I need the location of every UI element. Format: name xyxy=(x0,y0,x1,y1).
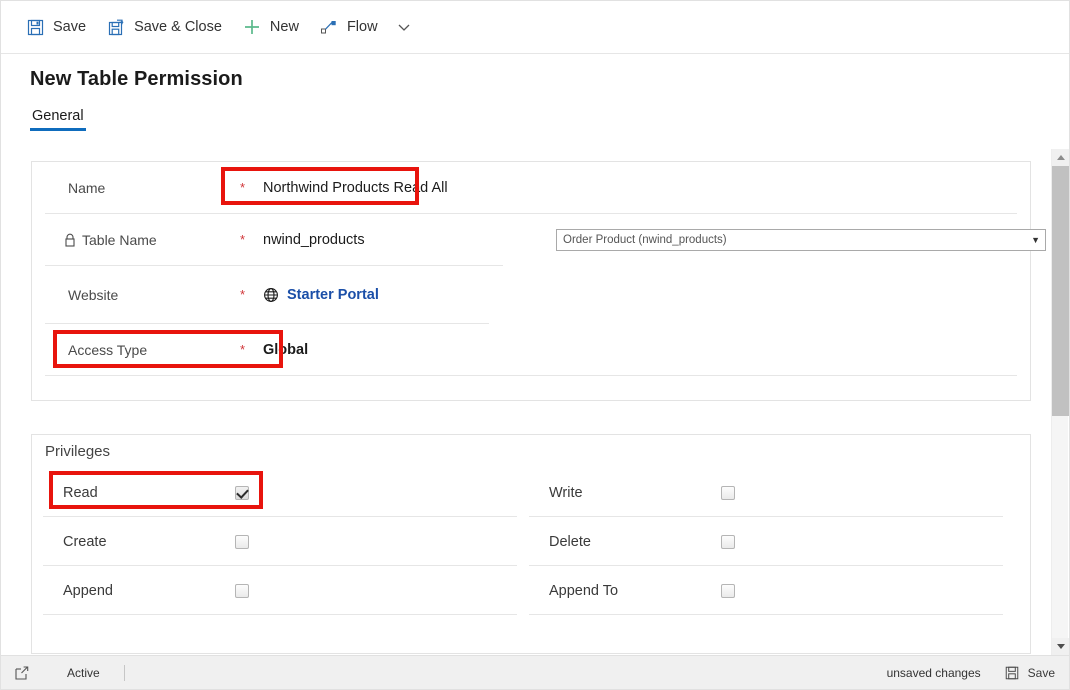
page-body: New Table Permission General Name * Nort… xyxy=(1,54,1069,655)
flow-icon xyxy=(319,17,339,37)
status-bar-right: unsaved changes Save xyxy=(887,664,1055,682)
page-title: New Table Permission xyxy=(30,68,243,90)
vertical-scrollbar[interactable] xyxy=(1051,149,1069,655)
privilege-label-append-to: Append To xyxy=(549,582,619,599)
chevron-down-icon: ▼ xyxy=(1031,234,1040,245)
privilege-label-read: Read xyxy=(63,484,98,501)
field-value-access-type[interactable]: Global xyxy=(263,342,308,358)
privilege-checkbox-append[interactable] xyxy=(235,583,249,598)
privilege-label-create: Create xyxy=(63,533,107,550)
privilege-label-delete: Delete xyxy=(549,533,591,550)
new-button-label: New xyxy=(269,18,299,35)
privilege-row-append: Append xyxy=(32,566,517,615)
scrollbar-thumb[interactable] xyxy=(1052,166,1069,416)
row-divider xyxy=(529,614,1003,615)
tab-general-label: General xyxy=(32,108,84,124)
globe-icon xyxy=(263,287,279,303)
field-label-access-type: Access Type xyxy=(68,342,147,358)
save-button-label: Save xyxy=(53,18,87,35)
privilege-row-write: Write xyxy=(518,468,1003,517)
table-name-lookup-value: Order Product (nwind_products) xyxy=(563,234,727,246)
save-and-close-button-label: Save & Close xyxy=(134,18,222,35)
open-in-new-window-icon[interactable] xyxy=(13,664,31,682)
plus-icon xyxy=(242,17,262,37)
field-row-website: Website * Starter Portal xyxy=(32,266,1030,324)
privilege-row-append-to: Append To xyxy=(518,566,1003,615)
chevron-down-icon[interactable] xyxy=(388,8,420,46)
save-button[interactable]: Save xyxy=(15,8,96,46)
privilege-label-append: Append xyxy=(63,582,113,599)
privilege-checkbox-create[interactable] xyxy=(235,534,249,549)
general-section-card: Name * Northwind Products Read All Table… xyxy=(31,161,1046,401)
lock-icon xyxy=(64,233,76,247)
privilege-checkbox-write[interactable] xyxy=(721,485,735,500)
row-divider xyxy=(45,375,1017,376)
field-row-name: Name * Northwind Products Read All xyxy=(32,162,1030,214)
field-value-table-name: nwind_products xyxy=(263,232,365,248)
save-and-close-button[interactable]: Save & Close xyxy=(96,8,232,46)
tab-strip: General xyxy=(30,108,86,131)
field-required-website: * xyxy=(240,286,246,302)
table-permission-form-window: Save Save & Close New Flow New Table Per… xyxy=(0,0,1070,690)
tab-general[interactable]: General xyxy=(30,108,86,131)
field-label-website: Website xyxy=(68,287,118,303)
status-divider xyxy=(123,664,125,681)
record-state-label: Active xyxy=(67,665,100,680)
field-label-website-text: Website xyxy=(68,287,119,303)
field-required-name: * xyxy=(240,179,246,195)
privileges-section-title: Privileges xyxy=(45,443,111,460)
privilege-row-create: Create xyxy=(32,517,517,566)
flow-button[interactable]: Flow xyxy=(309,8,388,46)
new-button[interactable]: New xyxy=(232,8,309,46)
scroll-up-button[interactable] xyxy=(1052,149,1069,166)
field-label-table-name-text: Table Name xyxy=(82,232,157,248)
website-link[interactable]: Starter Portal xyxy=(287,287,379,303)
field-value-website[interactable]: Starter Portal xyxy=(263,287,379,303)
table-name-lookup-select[interactable]: Order Product (nwind_products) ▼ xyxy=(556,229,1046,251)
field-required-access-type: * xyxy=(240,341,246,357)
privilege-row-delete: Delete xyxy=(518,517,1003,566)
status-bar: Active unsaved changes Save xyxy=(1,655,1069,689)
privilege-row-read: Read xyxy=(32,468,517,517)
field-label-name: Name xyxy=(68,180,105,196)
privilege-checkbox-delete[interactable] xyxy=(721,534,735,549)
scroll-down-button[interactable] xyxy=(1052,638,1069,655)
field-label-table-name: Table Name xyxy=(64,232,157,248)
save-icon xyxy=(1003,664,1021,682)
chevron-up-icon xyxy=(1056,155,1065,160)
field-row-access-type: Access Type * Global xyxy=(32,324,1030,376)
row-divider xyxy=(43,614,517,615)
status-save-label: Save xyxy=(1027,665,1055,680)
status-save-button[interactable]: Save xyxy=(1003,664,1055,682)
field-row-table-name: Table Name * nwind_products Order Produc… xyxy=(32,214,1046,266)
command-bar: Save Save & Close New Flow xyxy=(1,1,1069,54)
chevron-down-icon xyxy=(1056,644,1065,649)
field-label-name-text: Name xyxy=(68,180,106,196)
privileges-section-card: Privileges Read Create Append Write Dele… xyxy=(31,434,1031,654)
save-and-close-icon xyxy=(106,17,126,37)
form-scroll-region: Name * Northwind Products Read All Table… xyxy=(1,149,1069,655)
flow-button-label: Flow xyxy=(346,18,378,35)
unsaved-changes-label: unsaved changes xyxy=(886,665,981,680)
status-bar-left: Active xyxy=(13,664,125,682)
save-icon xyxy=(25,17,45,37)
field-label-access-type-text: Access Type xyxy=(68,342,148,358)
field-value-name[interactable]: Northwind Products Read All xyxy=(263,180,448,196)
field-required-table-name: * xyxy=(240,231,246,247)
privilege-checkbox-append-to[interactable] xyxy=(721,583,735,598)
privilege-checkbox-read[interactable] xyxy=(235,485,249,500)
privilege-label-write: Write xyxy=(549,484,583,501)
